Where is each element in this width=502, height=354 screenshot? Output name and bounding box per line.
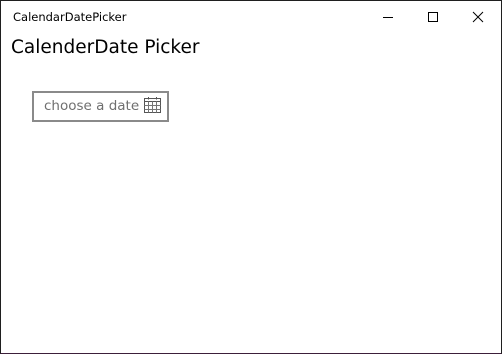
window-title: CalendarDatePicker — [13, 10, 127, 24]
date-placeholder: choose a date — [44, 98, 140, 114]
minimize-icon — [382, 16, 393, 18]
maximize-button[interactable] — [410, 1, 455, 32]
minimize-button[interactable] — [365, 1, 410, 32]
app-window: CalendarDatePicker CalenderDate Picker c… — [0, 0, 502, 354]
calendar-date-picker[interactable]: choose a date — [32, 91, 169, 122]
page-title: CalenderDate Picker — [11, 37, 200, 58]
close-button[interactable] — [455, 1, 500, 32]
maximize-icon — [427, 11, 438, 22]
calendar-icon — [144, 97, 161, 113]
title-bar[interactable]: CalendarDatePicker — [1, 1, 501, 32]
close-icon — [472, 11, 483, 22]
